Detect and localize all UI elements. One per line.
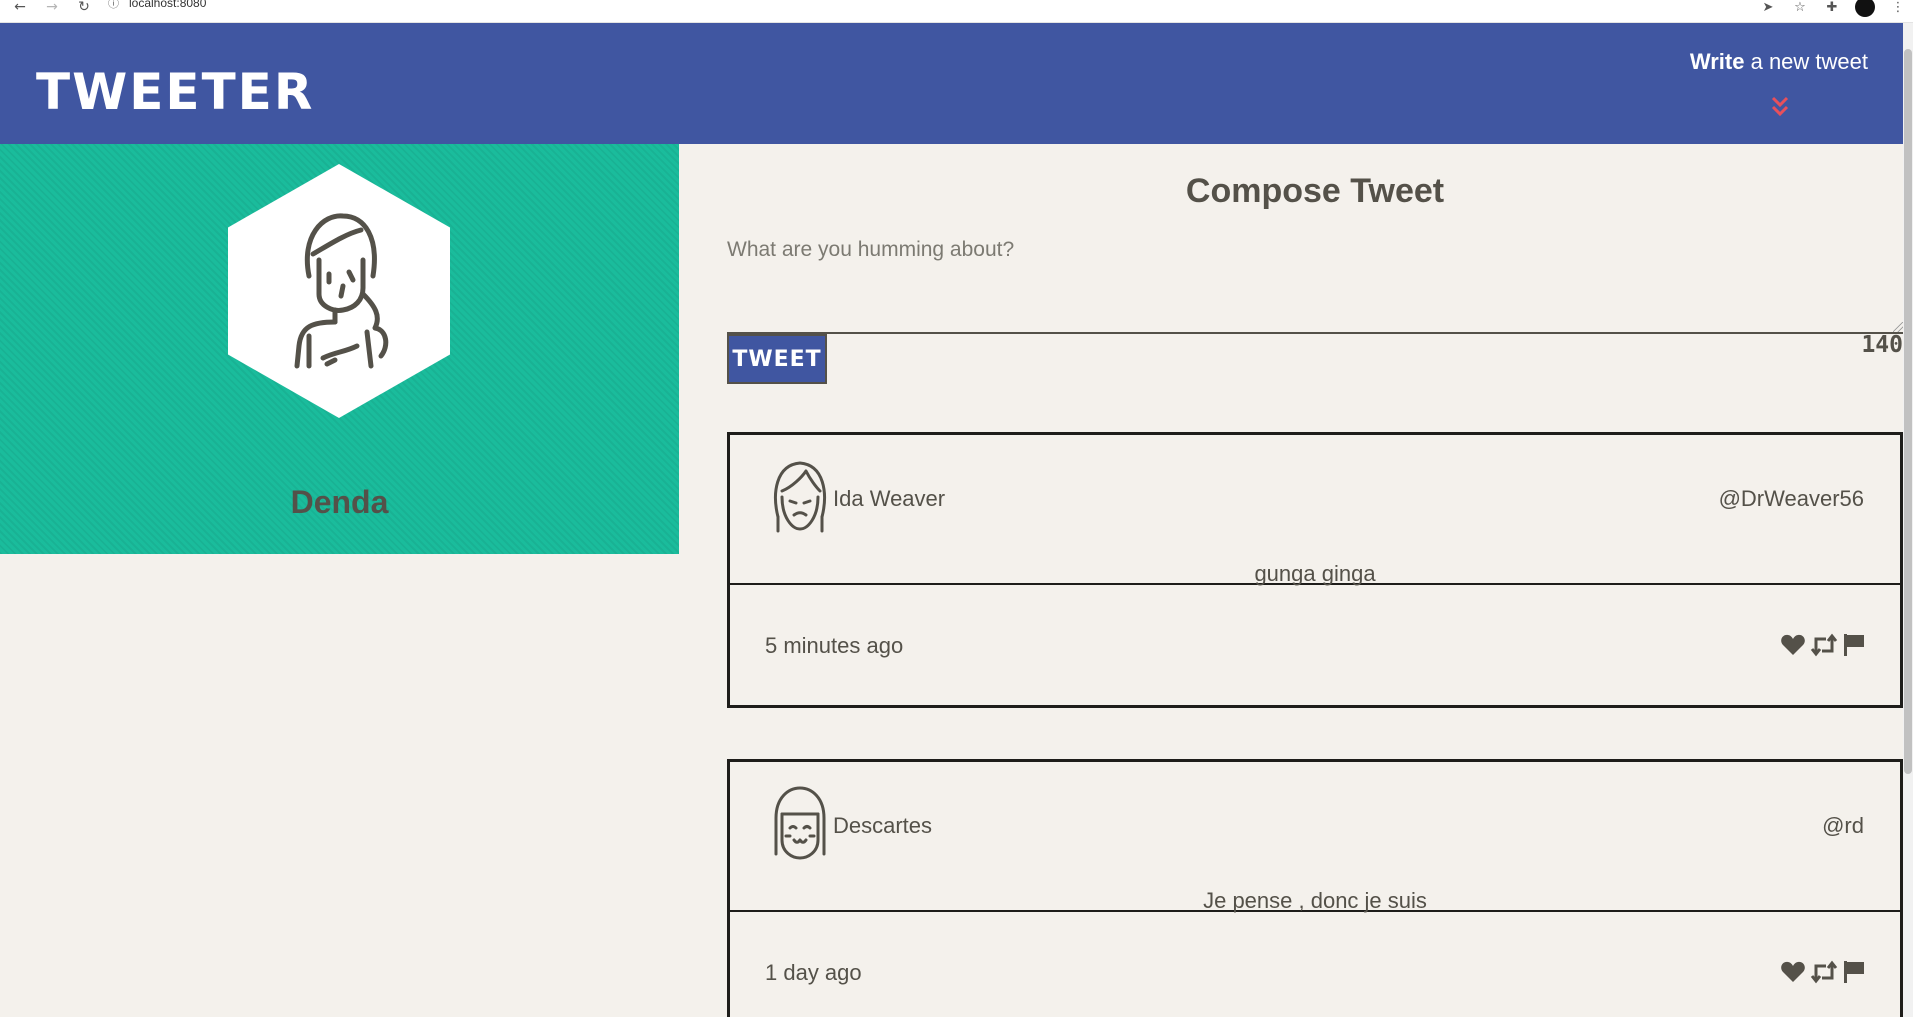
tweet-author-handle: @DrWeaver56 xyxy=(1718,486,1864,511)
compose-title: Compose Tweet xyxy=(1185,172,1445,210)
tweet-card: Descartes @rd Je pense , donc je suis 1 … xyxy=(727,759,1903,1017)
page-scrollbar[interactable] xyxy=(1903,23,1913,1017)
tweet-footer: 5 minutes ago xyxy=(730,585,1900,705)
tweet-content: Je pense , donc je suis xyxy=(1203,888,1427,913)
tweet-actions xyxy=(1780,633,1866,657)
url-text: localhost:8080 xyxy=(129,0,207,10)
tweet-author-name: Descartes xyxy=(833,813,933,838)
tweet-header: Ida Weaver @DrWeaver56 gunga ginga xyxy=(730,435,1900,586)
user-avatar-icon xyxy=(774,461,826,533)
tweet-footer: 1 day ago xyxy=(730,912,1900,1017)
heart-icon[interactable] xyxy=(1780,960,1806,984)
double-chevron-down-icon[interactable] xyxy=(1770,95,1790,119)
logo: TWEETER xyxy=(36,63,315,121)
profile-panel: Denda xyxy=(0,144,679,554)
resize-grip-icon[interactable] xyxy=(1893,322,1903,332)
profile-avatar[interactable] xyxy=(1855,0,1875,17)
compose-tweet-input[interactable] xyxy=(727,238,1903,334)
back-icon[interactable]: ← xyxy=(9,0,31,18)
top-nav: TWEETER Write a new tweet xyxy=(0,23,1903,144)
info-icon[interactable]: ⓘ xyxy=(108,0,119,11)
reload-icon[interactable]: ↻ xyxy=(73,0,95,18)
send-icon[interactable]: ➤ xyxy=(1759,0,1777,18)
write-rest-label: a new tweet xyxy=(1744,49,1868,74)
retweet-icon[interactable] xyxy=(1810,633,1838,657)
profile-name: Denda xyxy=(290,484,389,520)
tweet-author-name: Ida Weaver xyxy=(833,486,946,511)
browser-toolbar: ← → ↻ ⓘ localhost:8080 ➤ ☆ ✚ ⋮ xyxy=(0,0,1913,23)
tweet-content: gunga ginga xyxy=(1254,561,1376,586)
write-bold-label: Write xyxy=(1689,49,1745,74)
extensions-icon[interactable]: ✚ xyxy=(1823,0,1841,18)
tweet-actions xyxy=(1780,960,1866,984)
profile-avatar-frame xyxy=(228,164,450,418)
character-counter: 140 xyxy=(1861,332,1903,358)
tweet-header: Descartes @rd Je pense , donc je suis xyxy=(730,762,1900,913)
tweet-author-handle: @rd xyxy=(1822,813,1864,838)
flag-icon[interactable] xyxy=(1842,960,1866,984)
scrollbar-thumb[interactable] xyxy=(1904,49,1912,774)
star-icon[interactable]: ☆ xyxy=(1791,0,1809,18)
menu-icon[interactable]: ⋮ xyxy=(1889,0,1907,18)
tweet-timestamp: 1 day ago xyxy=(765,960,862,985)
tweet-submit-button[interactable]: TWEET xyxy=(727,334,827,384)
profile-avatar-icon xyxy=(294,213,389,369)
write-new-tweet-link[interactable]: Write a new tweet xyxy=(1690,49,1868,75)
heart-icon[interactable] xyxy=(1780,633,1806,657)
tweet-timestamp: 5 minutes ago xyxy=(765,633,904,658)
user-avatar-icon xyxy=(774,786,826,860)
tweet-card: Ida Weaver @DrWeaver56 gunga ginga 5 min… xyxy=(727,432,1903,708)
retweet-icon[interactable] xyxy=(1810,960,1838,984)
forward-icon[interactable]: → xyxy=(41,0,63,18)
flag-icon[interactable] xyxy=(1842,633,1866,657)
address-bar[interactable]: ⓘ localhost:8080 xyxy=(108,0,1728,14)
